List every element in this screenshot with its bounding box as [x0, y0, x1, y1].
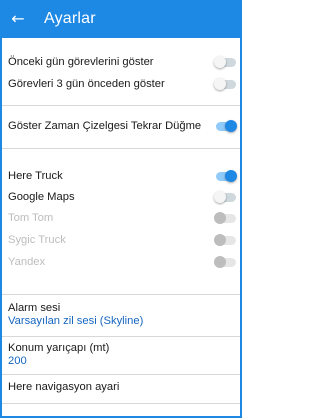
- yandex-switch: [214, 256, 236, 268]
- toggle-row-timeline-button[interactable]: Göster Zaman Çizelgesi Tekrar Düğme: [2, 118, 240, 134]
- sygic-truck-switch: [214, 234, 236, 246]
- alarm-sound-setting[interactable]: Alarm sesi Varsayılan zil sesi (Skyline): [8, 302, 143, 327]
- arrow-left-icon[interactable]: ←: [6, 7, 30, 31]
- divider: [2, 403, 240, 404]
- toggle-label: Sygic Truck: [8, 234, 66, 246]
- toggle-row-tom-tom: Tom Tom: [2, 210, 240, 226]
- divider: [2, 294, 240, 295]
- toggle-row-three-days[interactable]: Görevleri 3 gün önceden göster: [2, 76, 240, 92]
- divider: [2, 148, 240, 149]
- tom-tom-switch: [214, 212, 236, 224]
- toggle-row-yandex: Yandex: [2, 254, 240, 270]
- app-bar: ← Ayarlar: [0, 0, 242, 38]
- toggle-label: Yandex: [8, 256, 46, 268]
- three-days-switch[interactable]: [214, 78, 236, 90]
- toggle-label: Önceki gün görevlerini göster: [8, 56, 154, 68]
- toggle-label: Here Truck: [8, 170, 63, 182]
- location-radius-setting[interactable]: Konum yarıçapı (mt) 200: [8, 342, 109, 367]
- toggle-row-here-truck[interactable]: Here Truck: [2, 168, 240, 184]
- toggle-label: Google Maps: [8, 191, 75, 203]
- navigation-setting[interactable]: Here navigasyon ayari: [8, 381, 119, 393]
- settings-list: Önceki gün görevlerini göster Görevleri …: [0, 38, 242, 418]
- google-maps-switch[interactable]: [214, 191, 236, 203]
- timeline-button-switch[interactable]: [214, 120, 237, 132]
- divider: [2, 105, 240, 106]
- divider: [2, 336, 240, 337]
- divider: [2, 374, 240, 375]
- toggle-label: Görevleri 3 gün önceden göster: [8, 78, 165, 90]
- previous-day-switch[interactable]: [214, 56, 236, 68]
- toggle-row-google-maps[interactable]: Google Maps: [2, 189, 240, 205]
- toggle-label: Göster Zaman Çizelgesi Tekrar Düğme: [8, 120, 202, 132]
- toggle-row-previous-day[interactable]: Önceki gün görevlerini göster: [2, 54, 240, 70]
- location-radius-value: 200: [8, 355, 27, 367]
- toggle-label: Tom Tom: [8, 212, 54, 224]
- toggle-row-sygic-truck: Sygic Truck: [2, 232, 240, 248]
- here-truck-switch[interactable]: [214, 170, 237, 182]
- page-title: Ayarlar: [44, 10, 96, 27]
- alarm-sound-value: Varsayılan zil sesi (Skyline): [8, 315, 144, 327]
- navigation-title: Here navigasyon ayari: [8, 381, 120, 393]
- alarm-sound-title: Alarm sesi: [8, 302, 61, 314]
- location-radius-title: Konum yarıçapı (mt): [8, 342, 110, 354]
